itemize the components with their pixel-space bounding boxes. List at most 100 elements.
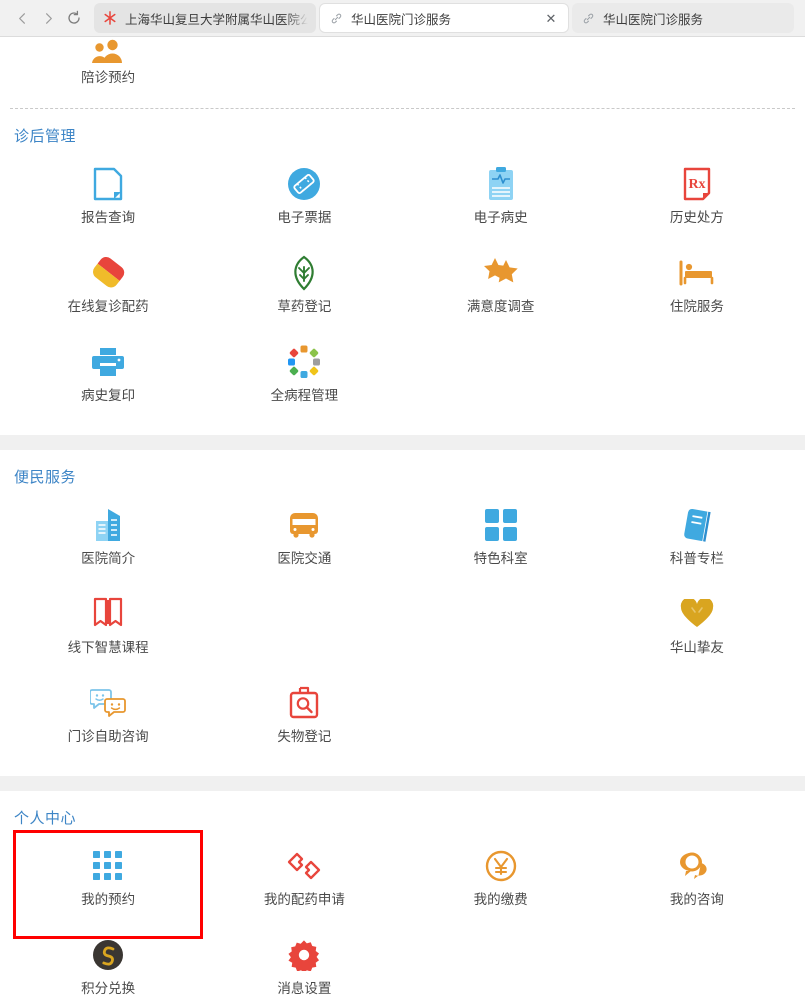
back-button[interactable] [10, 6, 34, 30]
tab-title: 华山医院门诊服务 [351, 12, 452, 27]
grid-bianmin: 医院简介 医院交通 特色科室 科普专栏 线下智慧课程 华山挚友 门诊自助咨询 失… [10, 489, 795, 776]
grid-item-label: 失物登记 [277, 728, 332, 744]
grid-item-label: 我的预约 [81, 891, 136, 907]
section-gap [0, 775, 805, 791]
grid-item-label: 科普专栏 [669, 550, 724, 566]
grid-item-online-refill[interactable]: 在线复诊配药 [10, 243, 206, 332]
grid-item-label: 积分兑换 [81, 980, 136, 996]
link-icon [580, 10, 596, 26]
grid-item-my-appointment[interactable]: 我的预约 [10, 829, 206, 939]
grid-item-full-course-management[interactable]: 全病程管理 [206, 332, 402, 421]
grid-item-label: 线下智慧课程 [67, 639, 149, 655]
grid-item-satisfaction-survey[interactable]: 满意度调查 [403, 243, 599, 332]
grid-item-label: 我的咨询 [669, 891, 724, 907]
page-content: 陪诊预约 诊后管理 报告查询 电子票据 电子病史 Rx 历史处方 在线复诊配药 … [0, 37, 805, 996]
grid-item-self-consult[interactable]: 门诊自助咨询 [10, 673, 206, 762]
grid-item-label: 陪诊预约 [81, 70, 136, 85]
printer-icon [91, 341, 125, 383]
book-icon [681, 504, 713, 546]
navigation-buttons [6, 6, 90, 30]
section-title-personal: 个人中心 [14, 809, 77, 827]
grid-zhenhou: 报告查询 电子票据 电子病史 Rx 历史处方 在线复诊配药 草药登记 满意度调查… [10, 148, 795, 435]
tab-title: 华山医院门诊服务 [603, 12, 704, 27]
grid-item-my-medicine-request[interactable]: 我的配药申请 [206, 836, 402, 925]
browser-tab-strip: 上海华山复旦大学附属华山医院公众号 华山医院门诊服务 ✕ 华山医院门诊服务 [0, 0, 805, 37]
yuan-payment-icon [485, 845, 517, 887]
section-personal: 个人中心 我的预约 我的配药申请 我的缴费 我的咨询 积分兑换 消息设置 [0, 790, 805, 996]
grid-item-label: 华山挚友 [669, 639, 724, 655]
link-icon [328, 10, 344, 26]
consult-bubbles-icon [679, 845, 714, 887]
grid-item-inpatient-service[interactable]: 住院服务 [599, 243, 795, 332]
clipboard-record-icon [486, 163, 516, 205]
grid-item-my-consultation[interactable]: 我的咨询 [599, 836, 795, 925]
e-ticket-icon [286, 163, 322, 205]
grid-item-e-ticket[interactable]: 电子票据 [206, 154, 402, 243]
reload-icon [68, 10, 80, 24]
grid-item-label: 我的缴费 [473, 891, 528, 907]
building-icon [92, 504, 124, 546]
grid-item-label: 我的配药申请 [263, 891, 345, 907]
chevron-left-icon [18, 12, 25, 24]
grid-item-e-medical-record[interactable]: 电子病史 [403, 154, 599, 243]
grid-item-label: 报告查询 [81, 209, 136, 225]
heart-gold-icon [680, 593, 714, 635]
grid-item-label: 历史处方 [669, 209, 724, 225]
hospital-bed-icon [679, 252, 715, 294]
reload-button[interactable] [62, 6, 86, 30]
tab-close-button[interactable]: ✕ [542, 9, 560, 27]
grid-item-huashan-friend[interactable]: 华山挚友 [599, 584, 795, 673]
grid-item-message-settings[interactable]: 消息设置 [206, 925, 402, 996]
points-coin-icon [92, 934, 124, 976]
grid-item-label: 电子票据 [277, 209, 332, 225]
huashan-logo-icon [102, 10, 118, 26]
grid-squares-icon [484, 504, 517, 546]
section-bianmin: 便民服务 医院简介 医院交通 特色科室 科普专栏 线下智慧课程 华山挚友 门诊自… [0, 449, 805, 776]
section-title-bianmin: 便民服务 [14, 468, 77, 486]
grid-item-my-payment[interactable]: 我的缴费 [403, 836, 599, 925]
grid-item-label: 在线复诊配药 [67, 298, 149, 314]
star-rating-icon [483, 252, 519, 294]
grid-item-points-exchange[interactable]: 积分兑换 [10, 925, 206, 996]
grid-item-hospital-intro[interactable]: 医院简介 [10, 495, 206, 584]
grid-item-label: 满意度调查 [466, 298, 535, 314]
open-book-red-icon [93, 593, 123, 635]
grid-item-hospital-transport[interactable]: 医院交通 [206, 495, 402, 584]
grid-item-record-copy[interactable]: 病史复印 [10, 332, 206, 421]
partial-grid: 陪诊预约 [10, 37, 795, 108]
pill-capsule-icon [91, 252, 125, 294]
chevron-right-icon [45, 12, 52, 24]
medicine-request-icon [286, 845, 322, 887]
grid-item-label: 医院简介 [81, 550, 136, 566]
grid-item-label: 草药登记 [277, 298, 332, 314]
herb-leaf-icon [289, 252, 319, 294]
grid-item-science-column[interactable]: 科普专栏 [599, 495, 795, 584]
tab-list: 上海华山复旦大学附属华山医院公众号 华山医院门诊服务 ✕ 华山医院门诊服务 [94, 3, 799, 33]
tab-outpatient-service[interactable]: 华山医院门诊服务 [572, 3, 794, 33]
grid-item-offline-course[interactable]: 线下智慧课程 [10, 584, 206, 673]
grid-item-label: 病史复印 [81, 387, 136, 403]
grid-item-history-prescription[interactable]: Rx 历史处方 [599, 154, 795, 243]
tab-outpatient-service-active[interactable]: 华山医院门诊服务 ✕ [319, 3, 569, 33]
grid-item-label: 医院交通 [277, 550, 332, 566]
grid-personal: 我的预约 我的配药申请 我的缴费 我的咨询 积分兑换 消息设置 [10, 829, 795, 996]
settings-gear-icon [288, 934, 320, 976]
grid-item-label: 全病程管理 [270, 387, 339, 403]
grid-item-peizhen-yuyue[interactable]: 陪诊预约 [10, 37, 206, 94]
grid-item-label: 门诊自助咨询 [67, 728, 149, 744]
grid-item-report-query[interactable]: 报告查询 [10, 154, 206, 243]
grid-item-label: 住院服务 [669, 298, 724, 314]
rx-prescription-icon: Rx [682, 163, 712, 205]
grid-item-herb-registration[interactable]: 草药登记 [206, 243, 402, 332]
grid-item-featured-departments[interactable]: 特色科室 [403, 495, 599, 584]
svg-text:Rx: Rx [688, 177, 705, 192]
lost-found-icon [288, 682, 320, 724]
color-wheel-icon [287, 341, 321, 383]
forward-button[interactable] [36, 6, 60, 30]
tab-title: 上海华山复旦大学附属华山医院公众号 [125, 12, 308, 27]
tab-huashan-official[interactable]: 上海华山复旦大学附属华山医院公众号 [94, 3, 316, 33]
grid-item-label: 电子病史 [473, 209, 528, 225]
grid-dots-icon [93, 845, 123, 887]
grid-item-lost-found[interactable]: 失物登记 [206, 673, 402, 762]
chat-bubbles-icon [90, 682, 127, 724]
